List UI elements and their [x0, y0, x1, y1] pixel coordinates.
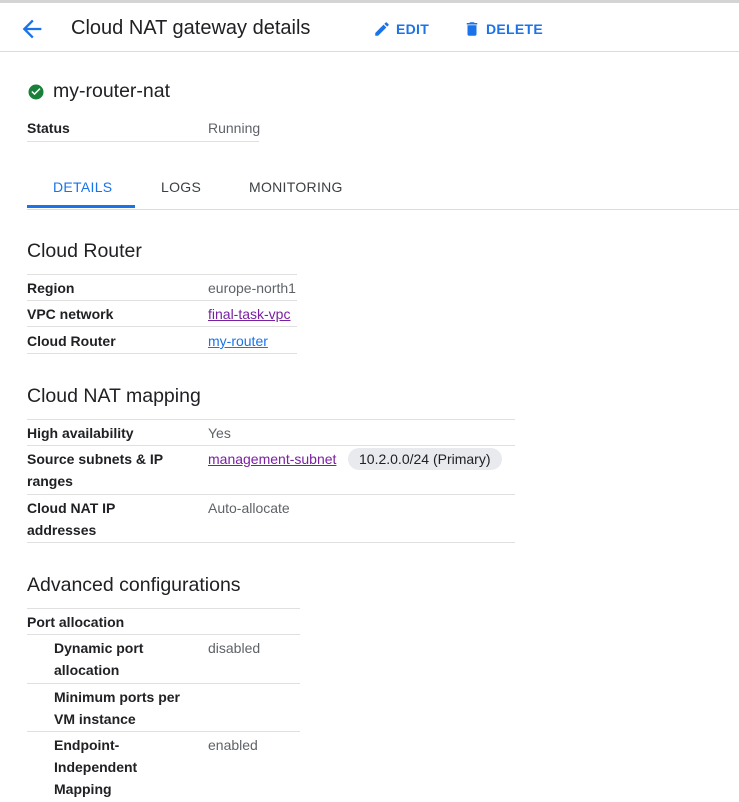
top-bar: Cloud NAT gateway details EDIT DELETE [0, 0, 739, 52]
arrow-back-icon [22, 19, 42, 39]
router-row: Cloud Router my-router [27, 327, 297, 354]
endpoint-key-line3: Mapping [54, 781, 112, 797]
tab-bar: DETAILS LOGS MONITORING [27, 168, 739, 210]
delete-button[interactable]: DELETE [463, 17, 543, 41]
resource-header: my-router-nat [27, 80, 170, 103]
dynamic-port-key-line2: allocation [54, 662, 120, 678]
dynamic-port-value: disabled [208, 640, 261, 656]
ha-value: Yes [208, 425, 231, 441]
router-key: Cloud Router [27, 333, 116, 349]
port-allocation-key: Port allocation [27, 614, 125, 630]
status-key: Status [27, 120, 70, 136]
cloud-router-link[interactable]: my-router [208, 330, 268, 352]
edit-label: EDIT [396, 21, 430, 37]
nat-ip-key-line2: addresses [27, 522, 97, 538]
ha-row: High availability Yes [27, 420, 515, 446]
nat-ip-value: Auto-allocate [208, 500, 290, 516]
dynamic-port-key-line1: Dynamic port [54, 640, 144, 656]
page-title: Cloud NAT gateway details [71, 17, 311, 39]
resource-name: my-router-nat [53, 80, 171, 102]
vpc-key: VPC network [27, 306, 114, 322]
min-ports-key-line1: Minimum ports per [54, 689, 181, 705]
endpoint-key-line2: Independent [54, 759, 138, 775]
min-ports-key-line2: VM instance [54, 711, 136, 727]
nat-mapping-table: High availability Yes Source subnets & I… [27, 419, 515, 543]
back-button[interactable] [18, 15, 46, 43]
cloud-router-table: Region europe-north1 VPC network final-t… [27, 274, 297, 354]
tab-logs[interactable]: LOGS [161, 179, 201, 195]
subnets-row: Source subnets & IP ranges management-su… [27, 446, 515, 495]
pencil-icon [375, 22, 389, 36]
endpoint-key-line1: Endpoint- [54, 737, 120, 753]
nat-ip-key-line1: Cloud NAT IP [27, 500, 116, 516]
port-allocation-row: Port allocation [27, 609, 300, 635]
nat-mapping-heading: Cloud NAT mapping [27, 385, 201, 407]
region-key: Region [27, 280, 75, 296]
subnets-key-line2: ranges [27, 473, 73, 489]
trash-icon [466, 22, 478, 36]
edit-button[interactable]: EDIT [373, 17, 429, 41]
advanced-heading: Advanced configurations [27, 574, 241, 596]
check-circle-icon [28, 84, 44, 99]
region-row: Region europe-north1 [27, 275, 297, 301]
endpoint-value: enabled [208, 737, 258, 753]
tab-details[interactable]: DETAILS [53, 179, 112, 195]
tab-monitoring[interactable]: MONITORING [249, 179, 343, 195]
subnet-link[interactable]: management-subnet [208, 448, 336, 470]
vpc-row: VPC network final-task-vpc [27, 301, 297, 327]
cloud-router-heading: Cloud Router [27, 240, 142, 262]
status-value: Running [208, 120, 261, 136]
status-table: Status Running [27, 116, 261, 142]
advanced-table: Port allocation Dynamic port allocation … [27, 608, 300, 802]
status-row: Status Running [27, 116, 261, 142]
ha-key: High availability [27, 425, 134, 441]
active-tab-indicator [27, 205, 135, 208]
ip-range-chip: 10.2.0.0/24 (Primary) [348, 448, 502, 470]
dynamic-port-row: Dynamic port allocation disabled [27, 635, 300, 684]
region-value: europe-north1 [208, 280, 296, 296]
vpc-network-link[interactable]: final-task-vpc [208, 303, 290, 325]
subnets-key-line1: Source subnets & IP [27, 451, 164, 467]
delete-label: DELETE [486, 21, 544, 37]
min-ports-row: Minimum ports per VM instance [27, 684, 300, 732]
nat-ip-row: Cloud NAT IP addresses Auto-allocate [27, 495, 515, 543]
endpoint-mapping-row: Endpoint- Independent Mapping enabled [27, 732, 300, 802]
